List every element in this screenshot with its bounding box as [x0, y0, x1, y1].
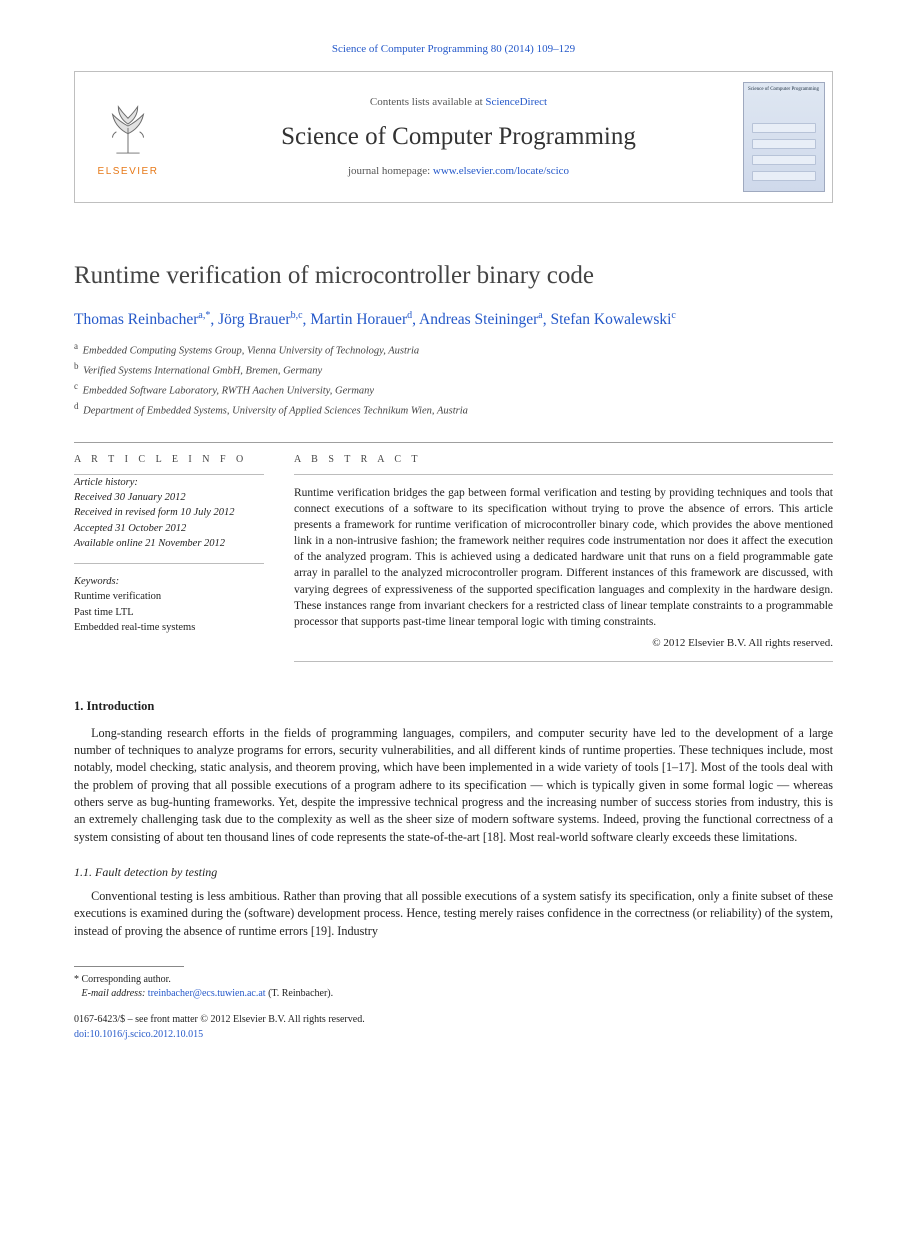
publisher-logo-block: ELSEVIER [75, 72, 181, 202]
elsevier-tree-icon [99, 95, 157, 162]
author[interactable]: Jörg Brauerb,c [218, 311, 302, 328]
journal-homepage-line: journal homepage: www.elsevier.com/locat… [348, 164, 569, 179]
footnote-rule [74, 966, 184, 967]
masthead-center: Contents lists available at ScienceDirec… [181, 72, 736, 202]
keyword: Runtime verification [74, 591, 161, 602]
keywords-block: Keywords: Runtime verification Past time … [74, 564, 264, 635]
section-heading: 1. Introduction [74, 698, 833, 715]
affiliation: b Verified Systems International GmbH, B… [74, 360, 833, 380]
author[interactable]: Stefan Kowalewskic [550, 311, 675, 328]
journal-title: Science of Computer Programming [281, 120, 636, 154]
author[interactable]: Thomas Reinbachera,* [74, 311, 210, 328]
email-label: E-mail address: [82, 988, 146, 999]
affiliation-list: a Embedded Computing Systems Group, Vien… [74, 340, 833, 419]
corresponding-email-link[interactable]: treinbacher@ecs.tuwien.ac.at [148, 988, 266, 999]
doi-link[interactable]: doi:10.1016/j.scico.2012.10.015 [74, 1029, 203, 1040]
history-label: Article history: [74, 477, 138, 488]
corresponding-author-footnote: * Corresponding author. E-mail address: … [74, 973, 833, 1001]
author[interactable]: Andreas Steiningera [419, 311, 543, 328]
affiliation: d Department of Embedded Systems, Univer… [74, 400, 833, 420]
publisher-name: ELSEVIER [98, 165, 159, 179]
history-line: Available online 21 November 2012 [74, 538, 225, 549]
subsection-heading: 1.1. Fault detection by testing [74, 864, 833, 880]
corresponding-author-label: Corresponding author. [82, 974, 171, 985]
abstract-text: Runtime verification bridges the gap bet… [294, 475, 833, 630]
divider [294, 661, 833, 662]
affiliation: a Embedded Computing Systems Group, Vien… [74, 340, 833, 360]
article-history: Article history: Received 30 January 201… [74, 475, 264, 563]
journal-cover-thumb: Science of Computer Programming [736, 72, 832, 202]
email-attribution: (T. Reinbacher). [268, 988, 333, 999]
affiliation: c Embedded Software Laboratory, RWTH Aac… [74, 380, 833, 400]
abstract-column: A B S T R A C T Runtime verification bri… [294, 443, 833, 662]
body-paragraph: Conventional testing is less ambitious. … [74, 888, 833, 940]
author-list: Thomas Reinbachera,*, Jörg Brauerb,c, Ma… [74, 309, 833, 331]
keyword: Embedded real-time systems [74, 622, 195, 633]
abstract-copyright: © 2012 Elsevier B.V. All rights reserved… [294, 630, 833, 661]
abstract-heading: A B S T R A C T [294, 443, 833, 475]
footer-legal: 0167-6423/$ – see front matter © 2012 El… [74, 1013, 833, 1042]
sciencedirect-link[interactable]: ScienceDirect [485, 96, 547, 108]
article-title: Runtime verification of microcontroller … [74, 259, 833, 293]
running-head: Science of Computer Programming 80 (2014… [74, 42, 833, 57]
article-info-heading: A R T I C L E I N F O [74, 443, 264, 475]
running-head-link[interactable]: Science of Computer Programming 80 (2014… [332, 43, 575, 55]
author[interactable]: Martin Horauerd [310, 311, 412, 328]
journal-homepage-link[interactable]: www.elsevier.com/locate/scico [433, 165, 569, 177]
issn-line: 0167-6423/$ – see front matter © 2012 El… [74, 1014, 365, 1025]
article-info-column: A R T I C L E I N F O Article history: R… [74, 443, 264, 662]
contents-lists-line: Contents lists available at ScienceDirec… [370, 95, 547, 110]
body-paragraph: Long-standing research efforts in the fi… [74, 725, 833, 846]
journal-masthead: ELSEVIER Contents lists available at Sci… [74, 71, 833, 203]
history-line: Received 30 January 2012 [74, 492, 186, 503]
asterisk-icon: * [74, 974, 79, 985]
keywords-label: Keywords: [74, 574, 264, 589]
history-line: Accepted 31 October 2012 [74, 523, 186, 534]
cover-title: Science of Computer Programming [748, 87, 820, 93]
keyword: Past time LTL [74, 607, 134, 618]
history-line: Received in revised form 10 July 2012 [74, 507, 235, 518]
